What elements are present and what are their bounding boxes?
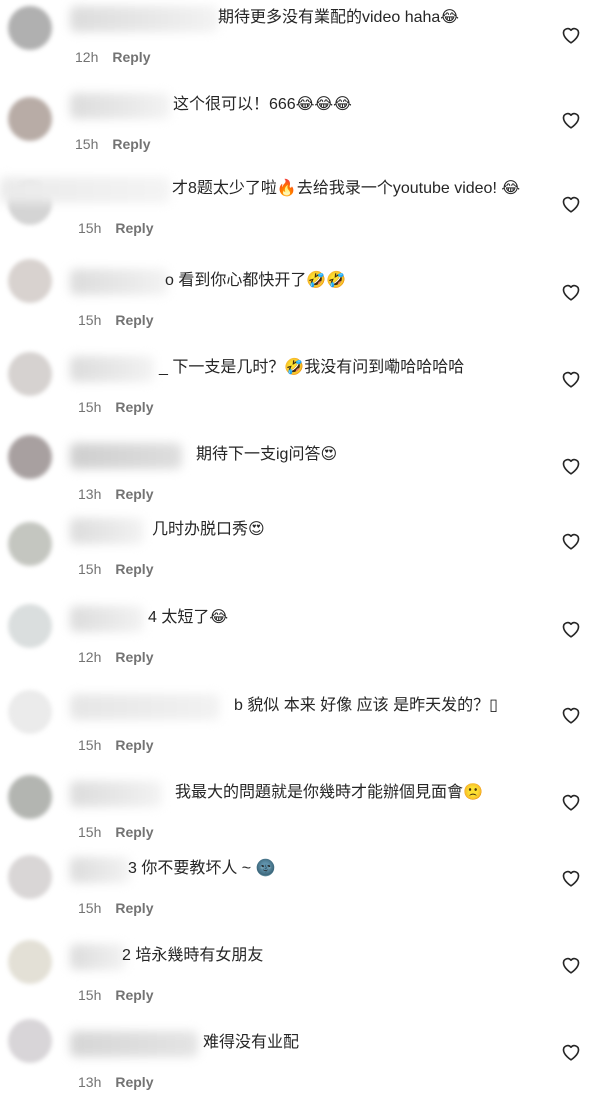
comment-time: 15h xyxy=(78,824,102,840)
comment-time: 13h xyxy=(78,486,102,502)
avatar[interactable] xyxy=(8,435,52,479)
comment-text: 我最大的問題就是你幾時才能辦個見面會🙁 xyxy=(175,784,483,801)
comment-time: 15h xyxy=(78,987,102,1003)
like-heart-icon[interactable] xyxy=(560,281,582,303)
username-blurred[interactable] xyxy=(70,518,144,544)
comment-meta: 15h Reply xyxy=(78,987,153,1003)
comment-time: 15h xyxy=(78,561,102,577)
reply-button[interactable]: Reply xyxy=(115,900,153,916)
avatar[interactable] xyxy=(8,604,52,648)
comment-text: 4 太短了😂 xyxy=(148,609,229,626)
avatar[interactable] xyxy=(8,522,52,566)
avatar[interactable] xyxy=(8,259,52,303)
comment-time: 15h xyxy=(75,136,99,152)
avatar[interactable] xyxy=(8,1019,52,1063)
like-heart-icon[interactable] xyxy=(560,193,582,215)
comment-text: 几时办脱口秀😍 xyxy=(152,521,265,538)
reply-button[interactable]: Reply xyxy=(115,561,153,577)
comment-meta: 15h Reply xyxy=(78,737,153,753)
username-blurred[interactable] xyxy=(70,944,126,970)
like-heart-icon[interactable] xyxy=(560,1041,582,1063)
comment-meta: 15h Reply xyxy=(78,399,153,415)
comment-text: 难得没有业配 xyxy=(203,1034,300,1051)
comment-text: 期待下一支ig问答😍 xyxy=(196,446,338,463)
comment-text: 3 你不要教坏人 ~ 🌚 xyxy=(128,860,276,877)
comment-time: 13h xyxy=(78,1074,102,1090)
comment-time: 15h xyxy=(78,900,102,916)
like-heart-icon[interactable] xyxy=(560,24,582,46)
avatar[interactable] xyxy=(8,855,52,899)
avatar[interactable] xyxy=(8,775,52,819)
username-blurred[interactable] xyxy=(70,443,182,469)
comment-meta: 15h Reply xyxy=(78,312,153,328)
comment-time: 12h xyxy=(78,649,102,665)
like-heart-icon[interactable] xyxy=(560,704,582,726)
like-heart-icon[interactable] xyxy=(560,791,582,813)
comment-time: 15h xyxy=(78,399,102,415)
username-blurred[interactable] xyxy=(70,857,130,883)
comment-meta: 15h Reply xyxy=(78,824,153,840)
comment-meta: 12h Reply xyxy=(78,649,153,665)
comment-text: b 貌似 本来 好像 应该 是昨天发的？▯ xyxy=(234,697,498,714)
username-blurred[interactable] xyxy=(70,6,218,32)
username-blurred[interactable] xyxy=(70,606,144,632)
reply-button[interactable]: Reply xyxy=(115,649,153,665)
reply-button[interactable]: Reply xyxy=(115,737,153,753)
reply-button[interactable]: Reply xyxy=(115,312,153,328)
comment-meta: 15h Reply xyxy=(75,136,150,152)
reply-button[interactable]: Reply xyxy=(115,987,153,1003)
like-heart-icon[interactable] xyxy=(560,109,582,131)
comment-text: o 看到你心都快开了🤣🤣 xyxy=(165,272,347,289)
comment-time: 12h xyxy=(75,49,99,65)
avatar[interactable] xyxy=(8,352,52,396)
like-heart-icon[interactable] xyxy=(560,618,582,640)
username-blurred[interactable] xyxy=(70,269,168,295)
comment-meta: 15h Reply xyxy=(78,561,153,577)
avatar[interactable] xyxy=(8,97,52,141)
like-heart-icon[interactable] xyxy=(560,530,582,552)
username-blurred[interactable] xyxy=(0,177,170,203)
username-blurred[interactable] xyxy=(70,694,220,720)
reply-button[interactable]: Reply xyxy=(115,220,153,236)
comment-text: 期待更多没有業配的video haha😂 xyxy=(218,9,459,26)
reply-button[interactable]: Reply xyxy=(115,399,153,415)
comment-meta: 15h Reply xyxy=(78,220,153,236)
comment-text: 2 培永幾時有女朋友 xyxy=(122,947,264,964)
like-heart-icon[interactable] xyxy=(560,368,582,390)
avatar[interactable] xyxy=(8,940,52,984)
reply-button[interactable]: Reply xyxy=(112,49,150,65)
avatar[interactable] xyxy=(8,6,52,50)
like-heart-icon[interactable] xyxy=(560,455,582,477)
comment-time: 15h xyxy=(78,312,102,328)
comment-time: 15h xyxy=(78,737,102,753)
comment-meta: 13h Reply xyxy=(78,1074,153,1090)
comment-meta: 13h Reply xyxy=(78,486,153,502)
like-heart-icon[interactable] xyxy=(560,954,582,976)
reply-button[interactable]: Reply xyxy=(115,1074,153,1090)
comment-text: 才8题太少了啦🔥去给我录一个youtube video! 😂 xyxy=(172,180,521,197)
username-blurred[interactable] xyxy=(70,1031,198,1057)
reply-button[interactable]: Reply xyxy=(115,486,153,502)
reply-button[interactable]: Reply xyxy=(112,136,150,152)
username-blurred[interactable] xyxy=(70,356,154,382)
avatar[interactable] xyxy=(8,690,52,734)
like-heart-icon[interactable] xyxy=(560,867,582,889)
reply-button[interactable]: Reply xyxy=(115,824,153,840)
username-blurred[interactable] xyxy=(70,93,170,119)
comment-meta: 12h Reply xyxy=(75,49,150,65)
comment-time: 15h xyxy=(78,220,102,236)
username-blurred[interactable] xyxy=(70,781,162,807)
comment-text: 这个很可以！666😂😂😂 xyxy=(173,96,352,113)
comment-text: _ 下一支是几时？🤣我没有问到嘞哈哈哈哈 xyxy=(159,359,465,376)
comment-meta: 15h Reply xyxy=(78,900,153,916)
